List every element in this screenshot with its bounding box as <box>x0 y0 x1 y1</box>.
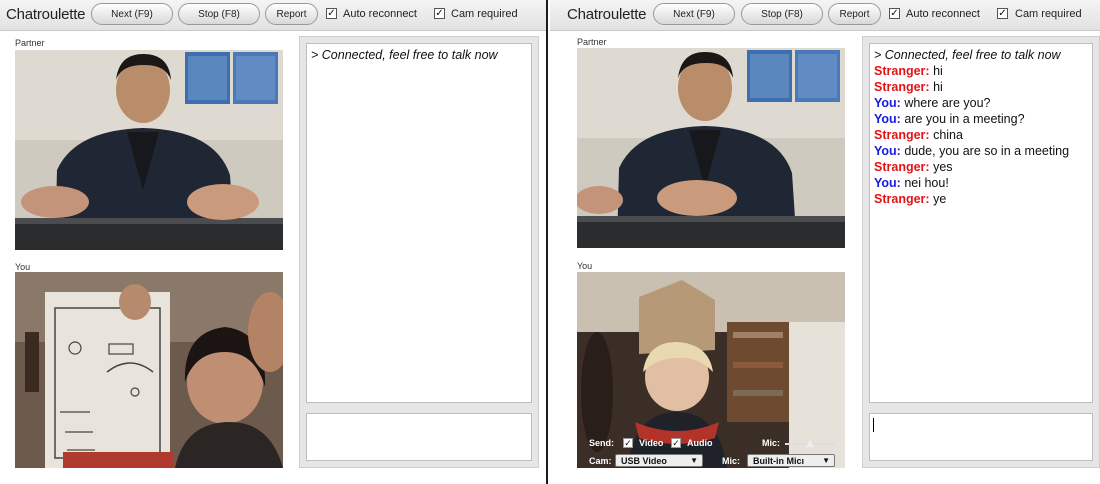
message-text: ye <box>933 192 947 206</box>
chat-log: > Connected, feel free to talk now <box>306 43 532 403</box>
self-video <box>15 272 283 468</box>
partner-label: Partner <box>577 37 607 47</box>
partner-label: Partner <box>15 38 45 48</box>
message-text: china <box>933 128 963 142</box>
send-label: Send: <box>589 438 615 448</box>
cam-label: Cam: <box>589 456 612 466</box>
chat-message: Stranger: hi <box>874 63 1088 79</box>
right-screenshot: Chatroulette Next (F9) Stop (F8) Report … <box>550 0 1100 484</box>
partner-video <box>577 48 845 248</box>
cam-required-checkbox[interactable]: ✓ <box>434 8 445 19</box>
sender-you: You: <box>874 112 901 126</box>
mic-slider-handle[interactable] <box>806 439 814 447</box>
toolbar: Chatroulette Next (F9) Stop (F8) Report … <box>0 0 546 31</box>
self-video: Send: ✓ Video ✓ Audio Mic: Cam: USB Vide… <box>577 272 845 468</box>
chat-panel: > Connected, feel free to talk now <box>299 36 539 468</box>
chat-message: You: where are you? <box>874 95 1088 111</box>
divider <box>546 0 548 484</box>
next-button[interactable]: Next (F9) <box>653 3 735 25</box>
auto-reconnect-label: Auto reconnect <box>906 8 980 20</box>
message-text: where are you? <box>904 96 991 110</box>
message-text: hi <box>933 64 943 78</box>
logo: Chatroulette <box>6 6 86 23</box>
cam-required-checkbox[interactable]: ✓ <box>997 8 1008 19</box>
cam-select[interactable]: USB Video ▼ <box>615 454 703 467</box>
report-button[interactable]: Report <box>265 3 318 25</box>
you-label: You <box>15 262 31 272</box>
stop-button[interactable]: Stop (F8) <box>178 3 260 25</box>
toolbar: Chatroulette Next (F9) Stop (F8) Report … <box>550 0 1100 31</box>
chat-panel: > Connected, feel free to talk now Stran… <box>862 36 1100 468</box>
chevron-down-icon: ▼ <box>690 456 698 465</box>
sender-stranger: Stranger: <box>874 128 930 142</box>
mic-select-label: Mic: <box>722 456 740 466</box>
message-text: nei hou! <box>904 176 949 190</box>
report-button[interactable]: Report <box>828 3 881 25</box>
stop-button[interactable]: Stop (F8) <box>741 3 823 25</box>
left-screenshot: Chatroulette Next (F9) Stop (F8) Report … <box>0 0 546 484</box>
system-message: > Connected, feel free to talk now <box>874 48 1061 62</box>
mic-select-value: Built-in Micı <box>753 455 804 466</box>
message-text: yes <box>933 160 953 174</box>
auto-reconnect-checkbox[interactable]: ✓ <box>326 8 337 19</box>
auto-reconnect-checkbox[interactable]: ✓ <box>889 8 900 19</box>
partner-video <box>15 50 283 250</box>
cam-required-label: Cam required <box>451 8 518 20</box>
mic-level-slider[interactable] <box>785 439 835 447</box>
sender-stranger: Stranger: <box>874 80 930 94</box>
auto-reconnect-label: Auto reconnect <box>343 8 417 20</box>
sender-stranger: Stranger: <box>874 192 930 206</box>
mic-level-label: Mic: <box>762 438 780 448</box>
send-audio-checkbox[interactable]: ✓ <box>671 438 681 448</box>
chat-message: You: are you in a meeting? <box>874 111 1088 127</box>
message-text: are you in a meeting? <box>904 112 1025 126</box>
message-text: hi <box>933 80 943 94</box>
chat-message: Stranger: hi <box>874 79 1088 95</box>
you-label: You <box>577 261 593 271</box>
sender-stranger: Stranger: <box>874 64 930 78</box>
cam-select-value: USB Video <box>621 455 667 466</box>
send-video-checkbox[interactable]: ✓ <box>623 438 633 448</box>
sender-you: You: <box>874 96 901 110</box>
chat-input[interactable] <box>306 413 532 461</box>
send-audio-label: Audio <box>687 438 713 448</box>
next-button[interactable]: Next (F9) <box>91 3 173 25</box>
chat-message: Stranger: china <box>874 127 1088 143</box>
sender-stranger: Stranger: <box>874 160 930 174</box>
text-cursor <box>873 418 874 432</box>
message-text: dude, you are so in a meeting <box>904 144 1070 158</box>
send-video-label: Video <box>639 438 664 448</box>
chevron-down-icon: ▼ <box>822 456 830 465</box>
chat-message: You: nei hou! <box>874 175 1088 191</box>
sender-you: You: <box>874 144 901 158</box>
chat-message: You: dude, you are so in a meeting <box>874 143 1088 159</box>
chat-input[interactable] <box>869 413 1093 461</box>
chat-message: Stranger: yes <box>874 159 1088 175</box>
mic-select[interactable]: Built-in Micı ▼ <box>747 454 835 467</box>
cam-required-label: Cam required <box>1015 8 1082 20</box>
logo: Chatroulette <box>567 6 647 23</box>
system-message: > Connected, feel free to talk now <box>311 48 498 62</box>
sender-you: You: <box>874 176 901 190</box>
chat-message: Stranger: ye <box>874 191 1088 207</box>
chat-log: > Connected, feel free to talk now Stran… <box>869 43 1093 403</box>
